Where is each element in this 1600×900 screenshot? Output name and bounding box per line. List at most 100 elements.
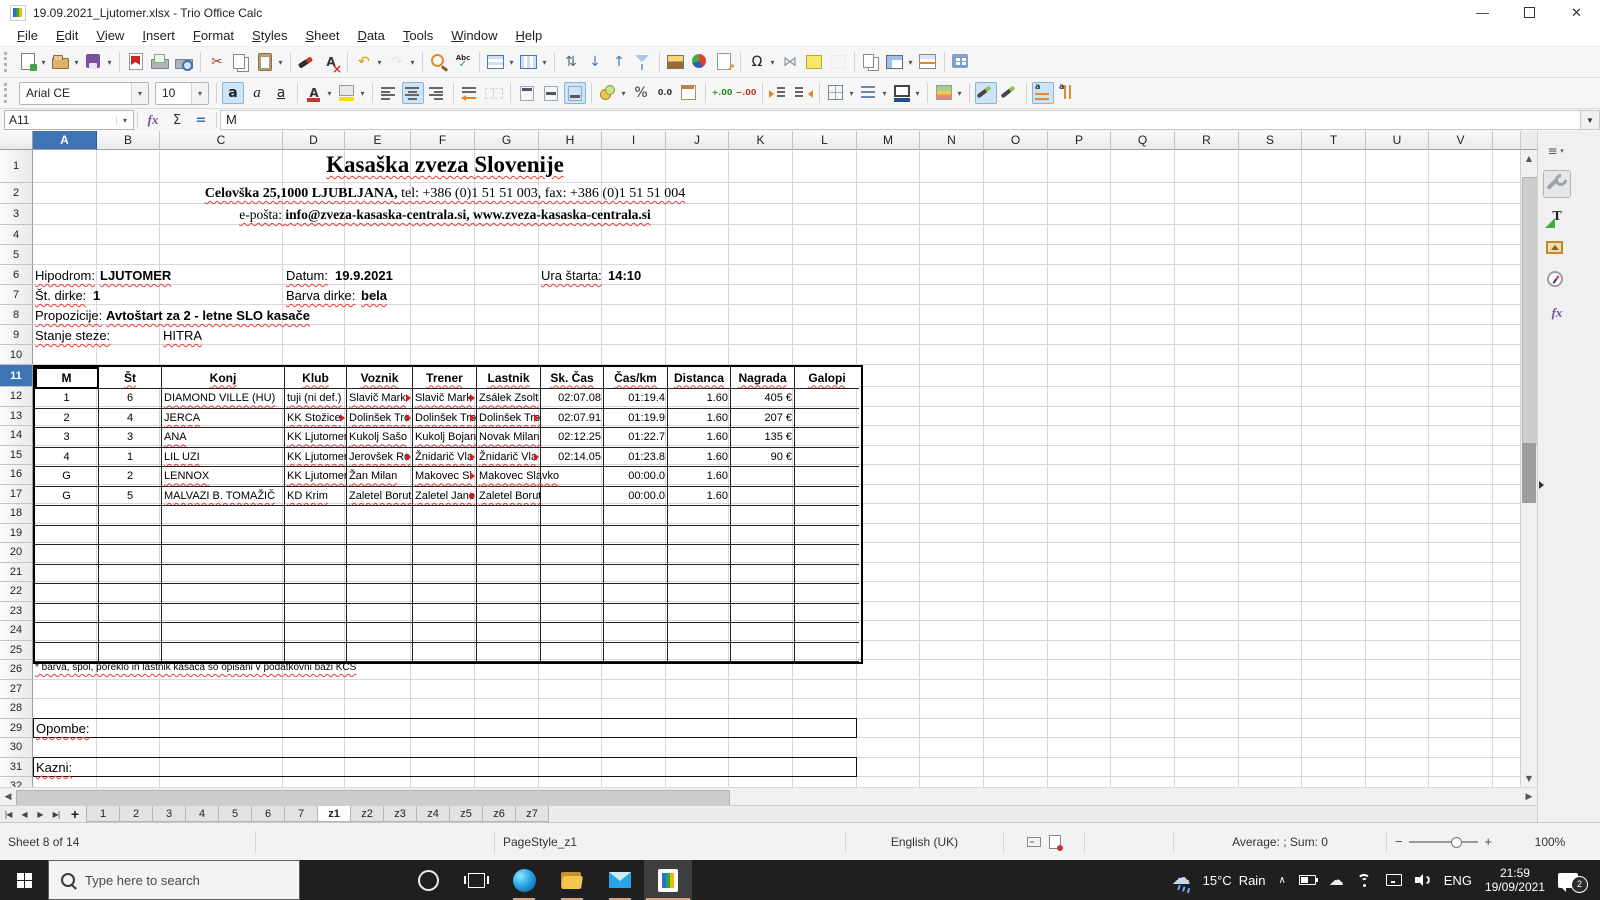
undo-button[interactable]: ↶ ▾ [353, 51, 384, 73]
font-name-combo[interactable]: Arial CE ▾ [19, 81, 149, 105]
menu-view[interactable]: View [87, 26, 133, 45]
cell-F24[interactable] [413, 623, 477, 643]
font-color-dropdown-icon[interactable]: ▾ [325, 89, 334, 98]
column-header-C[interactable]: C [160, 131, 283, 150]
kazni-box[interactable]: Kazni: [33, 757, 857, 777]
cell-I20[interactable] [604, 545, 668, 565]
wrap-text-button[interactable] [459, 82, 481, 104]
date-format-button[interactable] [678, 82, 700, 104]
row-header-13[interactable]: 13 [0, 406, 33, 426]
new-document-dropdown-icon[interactable]: ▾ [39, 58, 48, 67]
cell-A17[interactable]: G [35, 486, 99, 506]
doc-address[interactable]: Celovška 25,1000 LJUBLJANA, tel: +386 (0… [33, 186, 857, 202]
row-header-22[interactable]: 22 [0, 582, 33, 602]
scroll-down-icon[interactable]: ▼ [1521, 770, 1537, 787]
sheet-tab-z6[interactable]: z6 [482, 806, 516, 822]
cell-I17[interactable]: 00:00.0 [604, 486, 668, 506]
cell-L25[interactable] [795, 643, 859, 662]
cell-F21[interactable] [413, 564, 477, 584]
cell-L23[interactable] [795, 604, 859, 623]
paste-button[interactable]: ▾ [254, 51, 285, 73]
cell-B20[interactable] [99, 545, 162, 565]
column-header-R[interactable]: R [1175, 131, 1239, 150]
cell-I24[interactable] [604, 623, 668, 643]
cell-F13[interactable]: Dolinšek Tro [413, 408, 477, 428]
onedrive-cloud-icon[interactable]: ☁ [1329, 872, 1344, 888]
row-header-17[interactable]: 17 [0, 484, 33, 504]
document-modified-icon[interactable] [1049, 834, 1063, 851]
cell-H22[interactable] [541, 584, 604, 604]
cell-D21[interactable] [285, 564, 347, 584]
borders-dropdown-icon[interactable]: ▾ [847, 89, 856, 98]
cell-E21[interactable] [347, 564, 413, 584]
toolbar-grip[interactable] [4, 83, 12, 103]
paste-dropdown-icon[interactable]: ▾ [276, 58, 285, 67]
cell-K25[interactable] [731, 642, 795, 662]
close-button[interactable]: ✕ [1553, 0, 1600, 25]
display-status-icon[interactable] [1385, 874, 1402, 886]
cell-L11[interactable]: Galopi [795, 367, 859, 389]
scroll-left-icon[interactable]: ◀ [0, 792, 16, 802]
cell-L18[interactable] [795, 506, 859, 526]
freeze-rows-and-columns-dropdown-icon[interactable]: ▾ [906, 58, 915, 67]
styles-icon[interactable]: T [1544, 204, 1570, 230]
cell-G14[interactable]: Novak Milan [477, 428, 541, 448]
font-name-dropdown-icon[interactable]: ▾ [131, 82, 148, 104]
font-size-dropdown-icon[interactable]: ▾ [191, 82, 208, 104]
horizontal-scroll-thumb[interactable] [16, 789, 730, 806]
cell-E22[interactable] [347, 584, 413, 604]
autofilter-button[interactable] [632, 51, 654, 73]
toolbar-grip[interactable] [4, 52, 12, 72]
show-hidden-icons-chevron[interactable]: ∧ [1278, 875, 1285, 886]
cell-B14[interactable]: 3 [99, 428, 162, 448]
weather-widget[interactable]: 15°C Rain [1172, 867, 1266, 890]
name-box[interactable]: A11 ▾ [4, 110, 134, 130]
minimize-button[interactable]: — [1459, 0, 1506, 25]
zoom-level[interactable]: 100% [1500, 835, 1600, 849]
menu-styles[interactable]: Styles [243, 26, 296, 45]
freeze-rows-and-columns-button[interactable]: ▾ [884, 51, 915, 73]
cell-H20[interactable] [541, 545, 604, 565]
sort-descending-button[interactable]: ↓ [584, 51, 606, 73]
sheet-tab-z7[interactable]: z7 [515, 806, 549, 822]
cell-F22[interactable] [413, 584, 477, 604]
cell-B19[interactable] [99, 525, 162, 545]
cell-E12[interactable]: Slavič Mark [347, 389, 413, 409]
cell-K22[interactable] [731, 584, 795, 604]
cell-C21[interactable] [162, 564, 285, 584]
scroll-right-icon[interactable]: ▶ [1521, 792, 1537, 802]
cell-J17[interactable]: 1.60 [668, 486, 731, 506]
clock[interactable]: 21:59 19/09/2021 [1485, 866, 1545, 894]
clear-formatting-button[interactable]: A [320, 51, 342, 75]
redo-dropdown-icon[interactable]: ▾ [408, 58, 417, 67]
cell-C23[interactable] [162, 603, 285, 623]
column-header-T[interactable]: T [1302, 131, 1366, 150]
sum-button[interactable]: Σ [165, 111, 189, 129]
spreadsheet-grid[interactable]: Kasaška zveza Slovenije Celovška 25,1000… [33, 150, 1520, 787]
cell-A24[interactable] [35, 623, 99, 643]
cell-C15[interactable]: LIL UZI [162, 447, 285, 467]
cell-J14[interactable]: 1.60 [668, 428, 731, 448]
doc-title[interactable]: Kasaška zveza Slovenije [33, 152, 857, 178]
currency-button[interactable]: ▾ [597, 82, 628, 104]
insert-columns-dropdown-icon[interactable]: ▾ [540, 58, 549, 67]
equals-button[interactable]: = [189, 111, 213, 129]
sheet-tab-1[interactable]: 1 [86, 806, 120, 822]
copy-button[interactable] [230, 51, 252, 73]
cell-E18[interactable] [347, 506, 413, 526]
percent-button[interactable]: % [630, 82, 652, 104]
print-preview-button[interactable] [173, 51, 195, 73]
cell-G13[interactable]: Dolinšek Tro [477, 408, 541, 428]
sheet-tab-z1[interactable]: z1 [317, 806, 351, 822]
cell-E24[interactable] [347, 623, 413, 643]
column-header-V[interactable]: V [1429, 131, 1493, 150]
column-header-G[interactable]: G [475, 131, 539, 150]
cell-B24[interactable] [99, 623, 162, 643]
cell-B16[interactable]: 2 [99, 467, 162, 487]
conditional-formatting-dropdown-icon[interactable]: ▾ [955, 89, 964, 98]
row-header-23[interactable]: 23 [0, 601, 33, 621]
cell-B11[interactable]: Št [99, 367, 162, 389]
row-header-1[interactable]: 1 [0, 150, 33, 183]
sheet-tab-z5[interactable]: z5 [449, 806, 483, 822]
row-header-7[interactable]: 7 [0, 285, 33, 305]
